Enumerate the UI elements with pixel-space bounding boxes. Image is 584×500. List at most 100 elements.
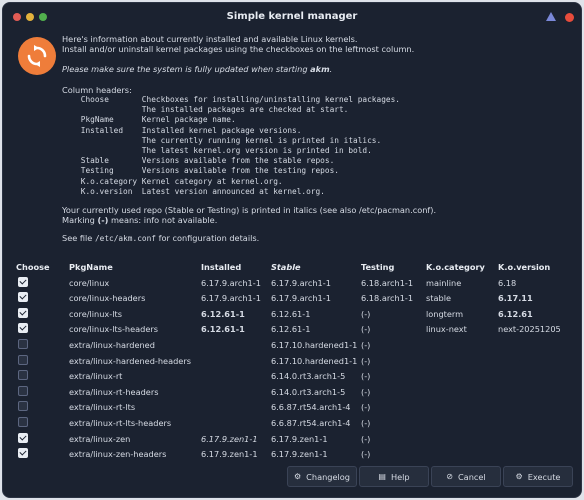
pkgname-cell: core/linux-lts-headers (69, 324, 159, 335)
column-help-line: Stable Versions available from the stabl… (62, 156, 335, 166)
pkgname-cell: extra/linux-rt-headers (69, 386, 159, 397)
execute-icon: ⚙ (515, 472, 523, 481)
choose-checkbox[interactable] (18, 385, 28, 396)
pkgname-cell: core/linux-lts (69, 308, 122, 319)
pkgname-cell: extra/linux-rt-lts (69, 402, 136, 413)
installed-cell: 6.17.9.zen1-1 (201, 449, 258, 460)
stable-cell: 6.17.10.hardened1-1 (271, 339, 358, 350)
stable-cell: 6.17.9.arch1-1 (271, 293, 331, 304)
testing-cell: (-) (361, 355, 371, 366)
choose-checkbox[interactable] (18, 338, 28, 349)
header-category: K.o.category (426, 262, 485, 272)
column-help-line: Installed Installed kernel package versi… (62, 125, 302, 135)
category-cell: linux-next (426, 324, 467, 335)
testing-cell: (-) (361, 371, 371, 382)
repo-note: Your currently used repo (Stable or Test… (62, 205, 437, 216)
table-row: extra/linux-zen-headers 6.17.9.zen1-1 6.17… (3, 446, 581, 462)
testing-cell: (-) (361, 402, 371, 413)
update-note: Please make sure the system is fully upd… (62, 64, 333, 74)
help-icon: ▤ (378, 472, 386, 481)
testing-cell: (-) (361, 308, 371, 319)
choose-checkbox[interactable] (18, 323, 28, 334)
column-help-line: K.o.version Latest version announced at … (62, 186, 325, 196)
choose-checkbox[interactable] (18, 370, 28, 381)
info-icon: ⚙ (294, 472, 302, 481)
info-panel: Here's information about currently insta… (62, 34, 571, 244)
choose-checkbox[interactable] (18, 307, 28, 318)
table-row: core/linux-headers 6.17.9.arch1-1 6.17.9.a… (3, 290, 581, 306)
testing-cell: (-) (361, 339, 371, 350)
stable-cell: 6.12.61-1 (271, 324, 311, 335)
category-cell: longterm (426, 308, 464, 319)
table-body: core/linux 6.17.9.arch1-1 6.17.9.arch1-1 6.… (3, 275, 581, 462)
kernel-table: Choose PkgName Installed Stable Testing … (3, 259, 581, 462)
choose-checkbox[interactable] (18, 354, 28, 365)
table-row: extra/linux-rt-lts 6.6.87.rt54.arch1-4 (-) (3, 399, 581, 415)
pkgname-cell: core/linux-headers (69, 293, 146, 304)
installed-cell: 6.12.61-1 (201, 308, 245, 319)
pkgname-cell: core/linux (69, 277, 110, 288)
column-help-line: The installed packages are checked at st… (62, 105, 349, 115)
header-testing: Testing (361, 262, 395, 272)
titlebar-close-icon[interactable] (565, 13, 574, 22)
pkgname-cell: extra/linux-hardened-headers (69, 355, 191, 366)
column-help-line: Choose Checkboxes for installing/uninsta… (62, 95, 400, 104)
column-help-line: The currently running kernel is printed … (62, 135, 382, 145)
choose-checkbox[interactable] (18, 401, 28, 412)
table-row: extra/linux-rt 6.14.0.rt3.arch1-5 (-) (3, 368, 581, 384)
version-cell: 6.18 (498, 277, 517, 288)
version-cell: next-20251205 (498, 324, 561, 335)
column-help-heading: Column headers: (62, 85, 132, 95)
column-help-line: The latest kernel.org version is printed… (62, 146, 372, 156)
version-cell: 6.12.61 (498, 308, 533, 319)
stable-cell: 6.17.9.arch1-1 (271, 277, 331, 288)
choose-checkbox[interactable] (18, 448, 28, 459)
config-note: See file /etc/akm.conf for configuration… (62, 233, 260, 244)
installed-cell: 6.12.61-1 (201, 324, 245, 335)
stable-cell: 6.14.0.rt3.arch1-5 (271, 386, 346, 397)
stable-cell: 6.12.61-1 (271, 308, 311, 319)
pkgname-cell: extra/linux-rt (69, 371, 123, 382)
testing-cell: (-) (361, 324, 371, 335)
version-cell: 6.17.11 (498, 293, 533, 304)
pkgname-cell: extra/linux-hardened (69, 339, 155, 350)
window-title: Simple kernel manager (226, 11, 358, 22)
header-version: K.o.version (498, 262, 551, 272)
main-window: Simple kernel manager Here's information… (2, 2, 582, 498)
changelog-button[interactable]: ⚙ Changelog (287, 466, 357, 487)
stable-cell: 6.17.9.zen1-1 (271, 449, 328, 460)
cancel-icon: ⊘ (446, 472, 453, 481)
stable-cell: 6.14.0.rt3.arch1-5 (271, 371, 346, 382)
title-bar[interactable]: Simple kernel manager (3, 3, 581, 29)
column-help-list: Choose Checkboxes for installing/uninsta… (62, 95, 571, 197)
choose-checkbox[interactable] (18, 416, 28, 427)
installed-cell: 6.17.9.zen1-1 (201, 433, 258, 444)
pkgname-cell: extra/linux-zen-headers (69, 449, 167, 460)
cancel-button[interactable]: ⊘ Cancel (431, 466, 501, 487)
help-button[interactable]: ▤ Help (359, 466, 429, 487)
stable-cell: 6.17.9.zen1-1 (271, 433, 328, 444)
table-row: extra/linux-hardened 6.17.10.hardened1-1(… (3, 337, 581, 353)
intro-line-1: Here's information about currently insta… (62, 34, 358, 44)
testing-cell: (-) (361, 449, 371, 460)
keep-above-icon[interactable] (546, 12, 557, 23)
stable-cell: 6.6.87.rt54.arch1-4 (271, 417, 351, 428)
column-help-line: K.o.category Kernel category at kernel.o… (62, 176, 283, 186)
choose-checkbox[interactable] (18, 292, 28, 303)
execute-button[interactable]: ⚙ Execute (503, 466, 573, 487)
stable-cell: 6.17.10.hardened1-1 (271, 355, 358, 366)
category-cell: mainline (426, 277, 462, 288)
table-row: core/linux 6.17.9.arch1-1 6.17.9.arch1-1 6.… (3, 275, 581, 291)
header-choose: Choose (16, 262, 50, 272)
header-stable: Stable (271, 262, 301, 272)
column-help-line: PkgName Kernel package name. (62, 115, 236, 125)
table-header: Choose PkgName Installed Stable Testing … (3, 259, 581, 275)
installed-cell: 6.17.9.arch1-1 (201, 277, 261, 288)
header-pkgname: PkgName (69, 262, 113, 272)
choose-checkbox[interactable] (18, 276, 28, 287)
pkgname-cell: extra/linux-rt-lts-headers (69, 417, 172, 428)
table-row: extra/linux-hardened-headers 6.17.10.hard… (3, 353, 581, 369)
column-help-line: Testing Versions available from the test… (62, 166, 339, 176)
pkgname-cell: extra/linux-zen (69, 433, 131, 444)
choose-checkbox[interactable] (18, 432, 28, 443)
